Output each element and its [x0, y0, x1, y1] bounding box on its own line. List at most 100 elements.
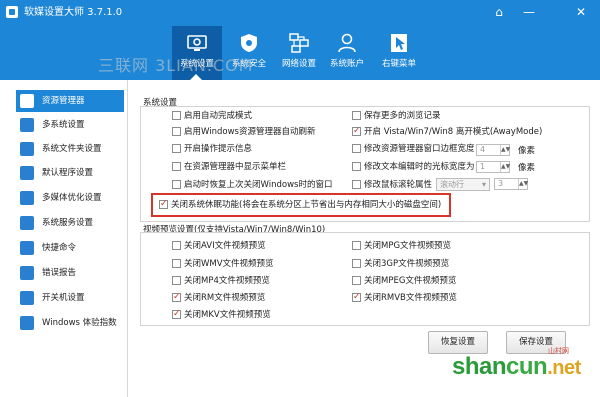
tab-system-settings[interactable]: 系统设置 — [172, 26, 222, 80]
sidebar-item-system-folders[interactable]: 系统文件夹设置 — [16, 138, 124, 160]
checkbox[interactable] — [172, 291, 181, 303]
user-icon — [338, 33, 356, 53]
sidebar-item-commands[interactable]: 快捷命令 — [16, 237, 124, 259]
sidebar-item-power[interactable]: 开关机设置 — [16, 287, 124, 309]
sidebar-item-label: 错误报告 — [42, 268, 77, 278]
border-width-stepper[interactable]: 4 ▲▼ — [476, 144, 510, 156]
sidebar-item-default-programs[interactable]: 默认程序设置 — [16, 162, 124, 184]
option-label: 关闭WMV文件视频预览 — [184, 259, 274, 269]
checkbox[interactable] — [172, 144, 181, 153]
checkbox[interactable] — [172, 111, 181, 120]
option-label: 启动时恢复上次关闭Windows时的窗口 — [184, 180, 333, 190]
checkbox[interactable] — [172, 180, 181, 189]
tab-context-menu[interactable]: 右键菜单 — [374, 26, 424, 80]
window-title: 软媒设置大师 3.7.1.0 — [24, 7, 123, 18]
option-label: 关闭RMVB文件视频预览 — [364, 293, 457, 303]
sidebar-item-label: 系统文件夹设置 — [42, 144, 102, 154]
command-icon — [20, 241, 34, 255]
main-toolbar: 系统设置 系统安全 网络设置 系统账户 右键菜单 — [0, 26, 600, 80]
checkbox[interactable] — [352, 259, 361, 268]
stepper-arrows-icon[interactable]: ▲▼ — [518, 179, 528, 189]
windows-score-icon — [20, 316, 34, 330]
active-tab-indicator — [190, 74, 202, 80]
option-label: 保存更多的浏览记录 — [364, 111, 441, 121]
sidebar-item-windows-score[interactable]: Windows 体验指数 — [16, 312, 124, 334]
checkbox[interactable] — [352, 180, 361, 189]
cursor-width-stepper[interactable]: 1 ▲▼ — [476, 161, 510, 173]
chevron-down-icon: ▾ — [481, 180, 486, 189]
sidebar: 资源管理器 多系统设置 系统文件夹设置 默认程序设置 多媒体优化设置 系统服务设… — [0, 80, 128, 397]
option-label: 关闭AVI文件视频预览 — [184, 241, 266, 251]
option-label: 关闭3GP文件视频预览 — [364, 259, 450, 269]
checkbox[interactable] — [172, 127, 181, 136]
sidebar-item-label: 多媒体优化设置 — [42, 193, 102, 203]
network-icon — [289, 33, 309, 53]
minimize-button[interactable]: — — [518, 2, 540, 22]
checkbox[interactable] — [172, 276, 181, 285]
option-label: 开启 Vista/Win7/Win8 离开模式(AwayMode) — [364, 127, 543, 137]
option-label: 启用Windows资源管理器自动刷新 — [184, 127, 316, 137]
sidebar-item-services[interactable]: 系统服务设置 — [16, 212, 124, 234]
option-label: 关闭RM文件视频预览 — [184, 293, 266, 303]
checkbox[interactable] — [172, 308, 181, 320]
checkbox[interactable] — [352, 125, 361, 137]
tab-system-security[interactable]: 系统安全 — [224, 26, 274, 80]
highlight-box — [151, 193, 451, 217]
system-folder-icon — [20, 142, 34, 156]
title-bar: 软媒设置大师 3.7.1.0 ⌂ — ✕ — [0, 0, 600, 26]
tab-label: 系统账户 — [329, 59, 364, 69]
option-label: 启用自动完成模式 — [184, 111, 253, 121]
unit-label: 像素 — [518, 163, 536, 173]
sidebar-item-label: 系统服务设置 — [42, 218, 94, 228]
close-button[interactable]: ✕ — [570, 2, 592, 22]
sidebar-item-explorer[interactable]: 资源管理器 — [16, 90, 124, 112]
watermark-brand-right: cun — [506, 353, 548, 380]
checkbox[interactable] — [352, 111, 361, 120]
app-logo-icon — [6, 6, 18, 18]
cursor-icon — [391, 34, 407, 52]
checkbox[interactable] — [352, 291, 361, 303]
stepper-value: 3 — [498, 179, 504, 188]
tab-label: 右键菜单 — [381, 59, 416, 69]
stepper-arrows-icon[interactable]: ▲▼ — [500, 162, 510, 172]
sidebar-item-label: 快捷命令 — [42, 243, 77, 253]
default-program-icon — [20, 166, 34, 180]
error-report-icon — [20, 266, 34, 280]
wheel-mode-select[interactable]: 滚动行 ▾ — [436, 178, 490, 191]
stepper-value: 4 — [480, 145, 486, 154]
option-label: 在资源管理器中显示菜单栏 — [184, 162, 287, 172]
checkbox[interactable] — [172, 241, 181, 250]
sidebar-item-multi-system[interactable]: 多系统设置 — [16, 114, 124, 136]
option-label: 关闭MPG文件视频预览 — [364, 241, 452, 251]
wheel-lines-stepper[interactable]: 3 ▲▼ — [494, 178, 528, 190]
checkbox[interactable] — [172, 162, 181, 171]
media-icon — [20, 191, 34, 205]
desktop-gear-icon — [187, 35, 207, 51]
sidebar-item-error-report[interactable]: 错误报告 — [16, 262, 124, 284]
sidebar-item-label: 默认程序设置 — [42, 168, 94, 178]
service-icon — [20, 216, 34, 230]
option-label: 修改鼠标滚轮属性 — [364, 180, 433, 190]
option-label: 修改资源管理器窗口边框宽度 — [364, 144, 475, 154]
checkbox[interactable] — [352, 144, 361, 153]
tab-label: 系统安全 — [231, 59, 266, 69]
tab-system-accounts[interactable]: 系统账户 — [322, 26, 372, 80]
sidebar-item-label: 资源管理器 — [42, 96, 85, 106]
option-label: 关闭MPEG文件视频预览 — [364, 276, 457, 286]
checkbox[interactable] — [352, 241, 361, 250]
checkbox[interactable] — [352, 162, 361, 171]
watermark-logo: shancun.net — [452, 353, 581, 381]
checkbox[interactable] — [172, 259, 181, 268]
sidebar-item-label: Windows 体验指数 — [42, 318, 117, 328]
main-panel: 系统设置 启用自动完成模式 启用Windows资源管理器自动刷新 开启操作提示信… — [128, 80, 600, 397]
multi-system-icon — [20, 118, 34, 132]
stepper-arrows-icon[interactable]: ▲▼ — [500, 145, 510, 155]
checkbox[interactable] — [352, 276, 361, 285]
skin-button[interactable]: ⌂ — [488, 2, 510, 22]
watermark-brand-tld: .net — [547, 357, 581, 379]
power-icon — [20, 291, 34, 305]
tab-network-settings[interactable]: 网络设置 — [274, 26, 324, 80]
sidebar-item-label: 开关机设置 — [42, 293, 85, 303]
restore-button[interactable]: 恢复设置 — [428, 331, 488, 354]
sidebar-item-media[interactable]: 多媒体优化设置 — [16, 187, 124, 209]
